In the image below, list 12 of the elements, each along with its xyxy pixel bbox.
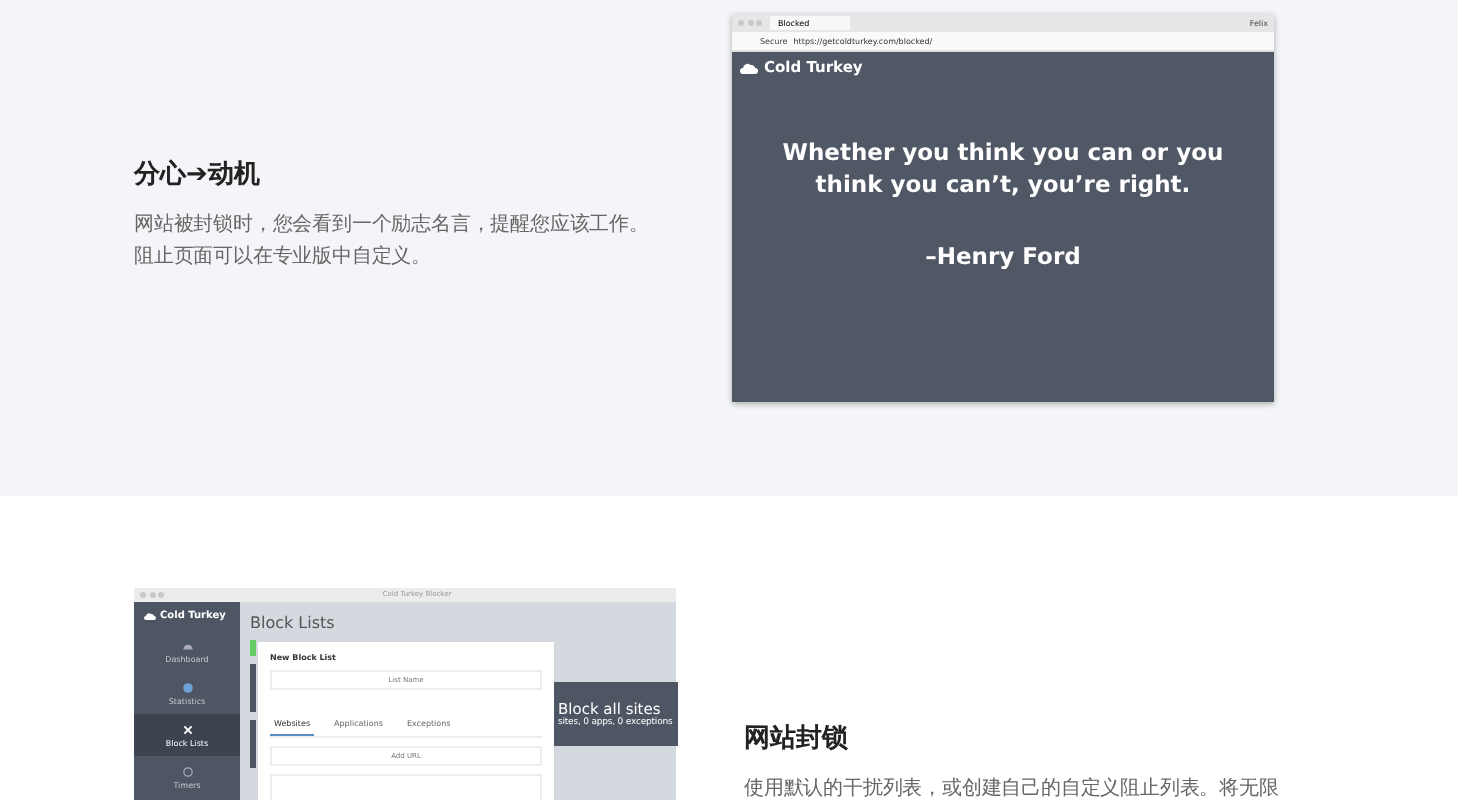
gauge-icon	[181, 639, 193, 651]
section-description: 使用默认的干扰列表，或创建自己的自定义阻止列表。将无限	[744, 775, 1281, 800]
cloud-icon	[144, 612, 156, 620]
page-title: Block Lists	[250, 614, 337, 632]
quote-text: Whether you think you can or you think you can’t, you’re right.	[780, 136, 1226, 200]
section-heading: 网站封锁	[744, 722, 850, 756]
section-heading: 分心➔动机	[134, 157, 262, 192]
cross-icon	[181, 723, 193, 735]
quote-author: –Henry Ford	[925, 242, 1081, 270]
cloud-icon	[740, 61, 758, 73]
globe-icon	[181, 681, 193, 693]
section-description: 网站被封锁时，您会看到一个励志名言，提醒您应该工作。阻止页面可以在专业版中自定义。	[134, 211, 651, 272]
